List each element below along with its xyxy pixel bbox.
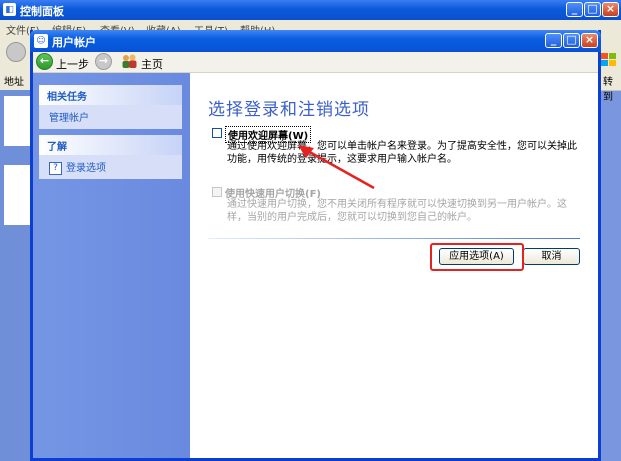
control-panel-title-bar: 控制面板 [0,0,621,20]
fast-user-switching-description: 通过快速用户切换，您不用关闭所有程序就可以快速切换到另一用户帐户。这样，当别的用… [227,199,567,223]
logon-options-link[interactable]: 登录选项 [66,163,106,174]
related-tasks-header: 相关任务 [39,85,182,105]
annotation-arrow-icon [298,145,375,190]
learn-about-body: ? 登录选项 [39,155,182,179]
task-pane [33,73,190,458]
page-heading: 选择登录和注销选项 [208,100,370,120]
go-label[interactable]: 转到 [603,73,621,103]
highlight-box [430,243,524,271]
related-tasks-body: 管理帐户 [39,105,182,129]
window-toolbar [33,52,598,73]
bg-maximize-button[interactable]: □ [584,2,601,17]
close-button[interactable]: × [581,33,598,48]
back-arrow-icon[interactable]: ← [36,53,53,70]
bg-back-icon[interactable] [6,42,26,62]
learn-about-header: 了解 [39,135,182,155]
bg-minimize-button[interactable]: _ [566,2,583,17]
user-accounts-icon: ☺ [34,34,48,48]
maximize-button[interactable]: □ [563,33,580,48]
bg-close-button[interactable]: × [602,2,619,17]
welcome-screen-checkbox[interactable] [212,128,222,138]
window-title: 用户帐户 [52,36,96,49]
home-users-icon[interactable] [121,53,138,69]
user-accounts-title-bar: 用户帐户 [30,30,601,52]
welcome-screen-description: 通过使用欢迎屏幕，您可以单击帐户名来登录。为了提高安全性，您可以关掉此功能，用传… [227,141,577,165]
separator-line [208,238,580,239]
manage-accounts-link[interactable]: 管理帐户 [49,113,89,124]
control-panel-title: 控制面板 [20,5,64,18]
back-button-label[interactable]: 上一步 [56,56,89,72]
minimize-button[interactable]: _ [545,33,562,48]
home-button-label[interactable]: 主页 [141,56,163,72]
address-label: 地址 [4,77,24,88]
fast-user-switching-checkbox[interactable] [212,187,222,197]
windows-logo-icon [601,53,616,66]
help-question-icon: ? [49,161,62,175]
cancel-button[interactable]: 取消 [523,248,580,265]
control-panel-icon: ◧ [3,3,16,16]
forward-arrow-icon[interactable]: → [95,53,112,70]
